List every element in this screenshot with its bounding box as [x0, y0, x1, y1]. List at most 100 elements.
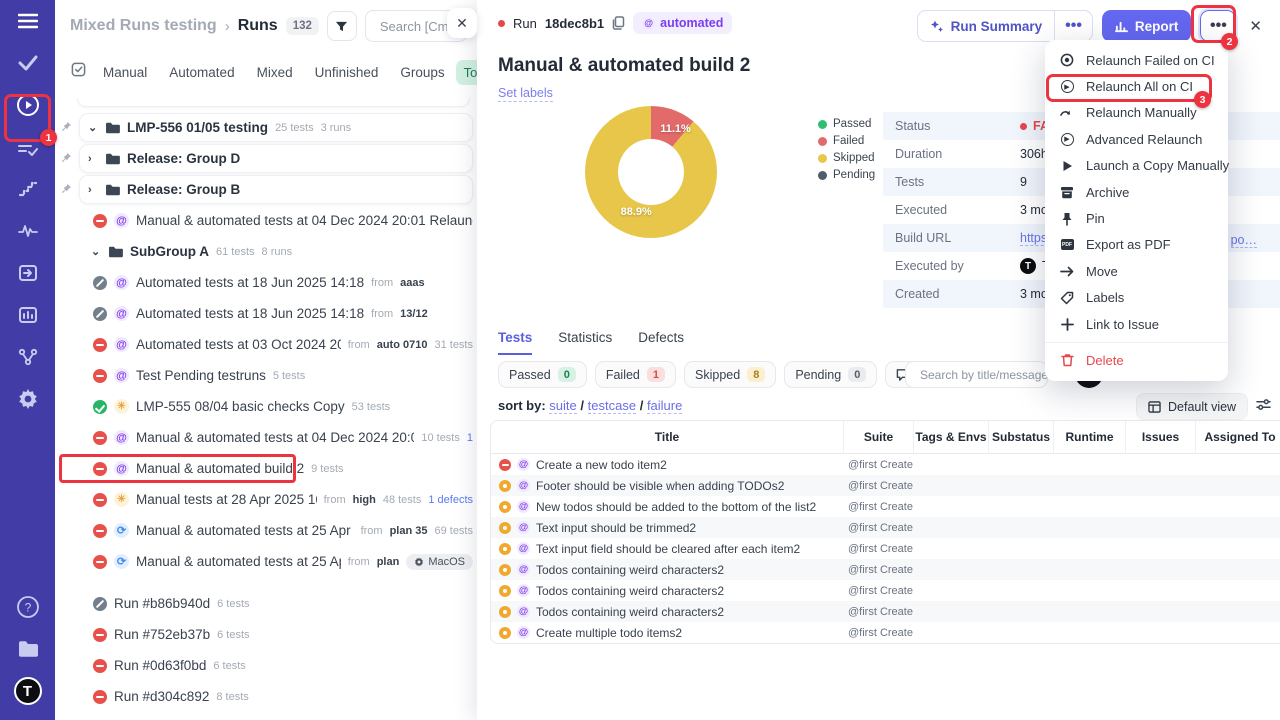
filter-passed[interactable]: Passed 0 [498, 361, 587, 388]
run-summary-more-button[interactable]: ••• [1054, 11, 1092, 41]
column-title[interactable]: Title [491, 421, 844, 453]
filter-failed[interactable]: Failed 1 [594, 361, 676, 388]
tab-groups[interactable]: Groups [389, 59, 455, 86]
breadcrumb-project[interactable]: Mixed Runs testing [70, 17, 217, 35]
select-all-icon[interactable] [71, 62, 86, 82]
run-row[interactable]: @ Manual & automated tests at 04 Dec 202… [59, 422, 473, 453]
chevron-down-icon[interactable]: ⌄ [88, 121, 98, 134]
run-row[interactable]: Run #0d63f0bd 6 tests [59, 650, 473, 681]
column-runtime[interactable]: Runtime [1054, 421, 1126, 453]
sort-failure-link[interactable]: failure [646, 398, 683, 414]
folder-row[interactable]: › Release: Group B [59, 174, 473, 205]
tests-check-icon[interactable] [0, 42, 55, 84]
tests-search-input[interactable]: Search by title/message [905, 361, 1048, 388]
set-labels-link[interactable]: Set labels [498, 86, 553, 102]
test-row[interactable]: @ Todos containing weird characters2 @fir… [491, 601, 1280, 622]
chevron-right-icon[interactable]: › [88, 153, 98, 165]
chevron-right-icon[interactable]: › [88, 184, 98, 196]
breadcrumb-page[interactable]: Runs [238, 17, 278, 35]
run-row[interactable]: ⟳ Manual & automated tests at 25 Apr 202… [59, 515, 473, 546]
menu-pin[interactable]: Pin [1045, 205, 1228, 231]
column-suite[interactable]: Suite [844, 421, 914, 453]
runs-play-icon[interactable] [0, 84, 55, 126]
run-row[interactable]: Run #26d30145 5 tests [59, 712, 473, 720]
close-panel-button[interactable]: ✕ [447, 8, 477, 38]
run-summary-button[interactable]: Run Summary [918, 11, 1055, 41]
pin-icon[interactable] [61, 181, 72, 199]
column-substatus[interactable]: Substatus [989, 421, 1054, 453]
test-row[interactable]: @ Todos containing weird characters2 @fir… [491, 580, 1280, 601]
column-issues[interactable]: Issues [1126, 421, 1196, 453]
copy-icon[interactable] [612, 16, 625, 30]
branch-icon[interactable] [0, 336, 55, 378]
run-row[interactable]: @ Manual & automated tests at 04 Dec 202… [59, 205, 473, 236]
menu-icon[interactable] [0, 0, 55, 42]
run-row[interactable]: Run #d304c892 8 tests [59, 681, 473, 712]
projects-folder-icon[interactable] [0, 628, 55, 670]
tab-statistics[interactable]: Statistics [558, 330, 612, 355]
menu-link-to-issue[interactable]: Link to Issue [1045, 311, 1228, 337]
automated-badge[interactable]: @ automated [633, 12, 733, 34]
defects-count[interactable]: 1 [467, 432, 473, 444]
tab-tests[interactable]: Tests [498, 330, 533, 355]
report-button[interactable]: Report [1101, 10, 1192, 42]
run-row-selected[interactable]: @ Manual & automated build 2 9 tests [59, 453, 473, 484]
settings-gear-icon[interactable] [0, 378, 55, 420]
subfolder-row[interactable]: ⌄ SubGroup A 61 tests 8 runs [59, 236, 473, 267]
summary-label: Executed by [895, 259, 964, 273]
sort-suite-link[interactable]: suite [549, 398, 577, 414]
run-row[interactable]: Run #b86b940d 6 tests [59, 588, 473, 619]
menu-advanced-relaunch[interactable]: ▶ Advanced Relaunch [1045, 126, 1228, 152]
menu-delete[interactable]: Delete [1045, 347, 1228, 373]
menu-export-pdf[interactable]: PDF Export as PDF [1045, 232, 1228, 258]
import-icon[interactable] [0, 252, 55, 294]
menu-labels[interactable]: Labels [1045, 285, 1228, 311]
close-detail-icon[interactable]: ✕ [1245, 13, 1266, 39]
run-row[interactable]: ✳ Manual tests at 28 Apr 2025 16:50 from… [59, 484, 473, 515]
menu-launch-copy[interactable]: Launch a Copy Manually [1045, 153, 1229, 179]
tab-manual[interactable]: Manual [92, 59, 158, 86]
test-row[interactable]: @ Text input field should be cleared afte… [491, 538, 1280, 559]
run-row[interactable]: ✳ LMP-555 08/04 basic checks Copy 53 tes… [59, 391, 473, 422]
test-row[interactable]: @ Todos containing weird characters2 @fir… [491, 559, 1280, 580]
test-row[interactable]: @ Create a new todo item2 @first Create .… [491, 454, 1280, 475]
test-row[interactable]: @ Footer should be visible when adding TO… [491, 475, 1280, 496]
build-url-link-tail[interactable]: po… [1230, 233, 1257, 248]
default-view-button[interactable]: Default view [1136, 393, 1249, 420]
milestones-steps-icon[interactable] [0, 168, 55, 210]
filter-pending[interactable]: Pending 0 [784, 361, 878, 388]
chevron-down-icon[interactable]: ⌄ [91, 245, 101, 258]
run-row[interactable]: @ Automated tests at 18 Jun 2025 14:18 f… [59, 298, 473, 329]
help-icon[interactable]: ? [0, 586, 55, 628]
column-tags-envs[interactable]: Tags & Envs [914, 421, 989, 453]
menu-archive[interactable]: Archive [1045, 179, 1228, 205]
tab-mixed[interactable]: Mixed [246, 59, 304, 86]
user-avatar[interactable]: T [0, 670, 55, 712]
activity-pulse-icon[interactable] [0, 210, 55, 252]
sort-testcase-link[interactable]: testcase [587, 398, 637, 414]
filter-skipped[interactable]: Skipped 8 [684, 361, 777, 388]
test-row[interactable]: @ New todos should be added to the bottom… [491, 496, 1280, 517]
tab-unfinished[interactable]: Unfinished [304, 59, 390, 86]
run-row[interactable]: @ Automated tests at 18 Jun 2025 14:18 f… [59, 267, 473, 298]
folder-row[interactable]: ⌄ LMP-556 01/05 testing 25 tests 3 runs [59, 112, 473, 143]
defects-count[interactable]: 1 defects [428, 494, 473, 506]
pin-icon[interactable] [61, 150, 72, 168]
test-row[interactable]: @ Text input should be trimmed2 @first Cr… [491, 517, 1280, 538]
run-row[interactable]: @ Automated tests at 03 Oct 2024 20:25 f… [59, 329, 473, 360]
filter-button[interactable] [326, 11, 357, 41]
tab-defects[interactable]: Defects [638, 330, 684, 355]
tab-automated[interactable]: Automated [158, 59, 245, 86]
tab-today[interactable]: To [455, 59, 477, 85]
run-row[interactable]: ⟳ Manual & automated tests at 25 Apr 202… [59, 546, 473, 577]
run-row[interactable]: @ Test Pending testruns 5 tests [59, 360, 473, 391]
menu-move[interactable]: Move [1045, 258, 1228, 284]
folder-row[interactable]: › Release: Group D [59, 143, 473, 174]
column-assigned-to[interactable]: Assigned To [1196, 421, 1280, 453]
analytics-chart-icon[interactable] [0, 294, 55, 336]
run-row[interactable]: Run #752eb37b 6 tests [59, 619, 473, 650]
table-settings-sliders-icon[interactable] [1256, 398, 1271, 416]
menu-relaunch-failed-ci[interactable]: Relaunch Failed on CI [1045, 47, 1228, 73]
test-row[interactable]: @ Create multiple todo items2 @first Crea… [491, 622, 1280, 643]
pin-icon[interactable] [61, 119, 72, 137]
